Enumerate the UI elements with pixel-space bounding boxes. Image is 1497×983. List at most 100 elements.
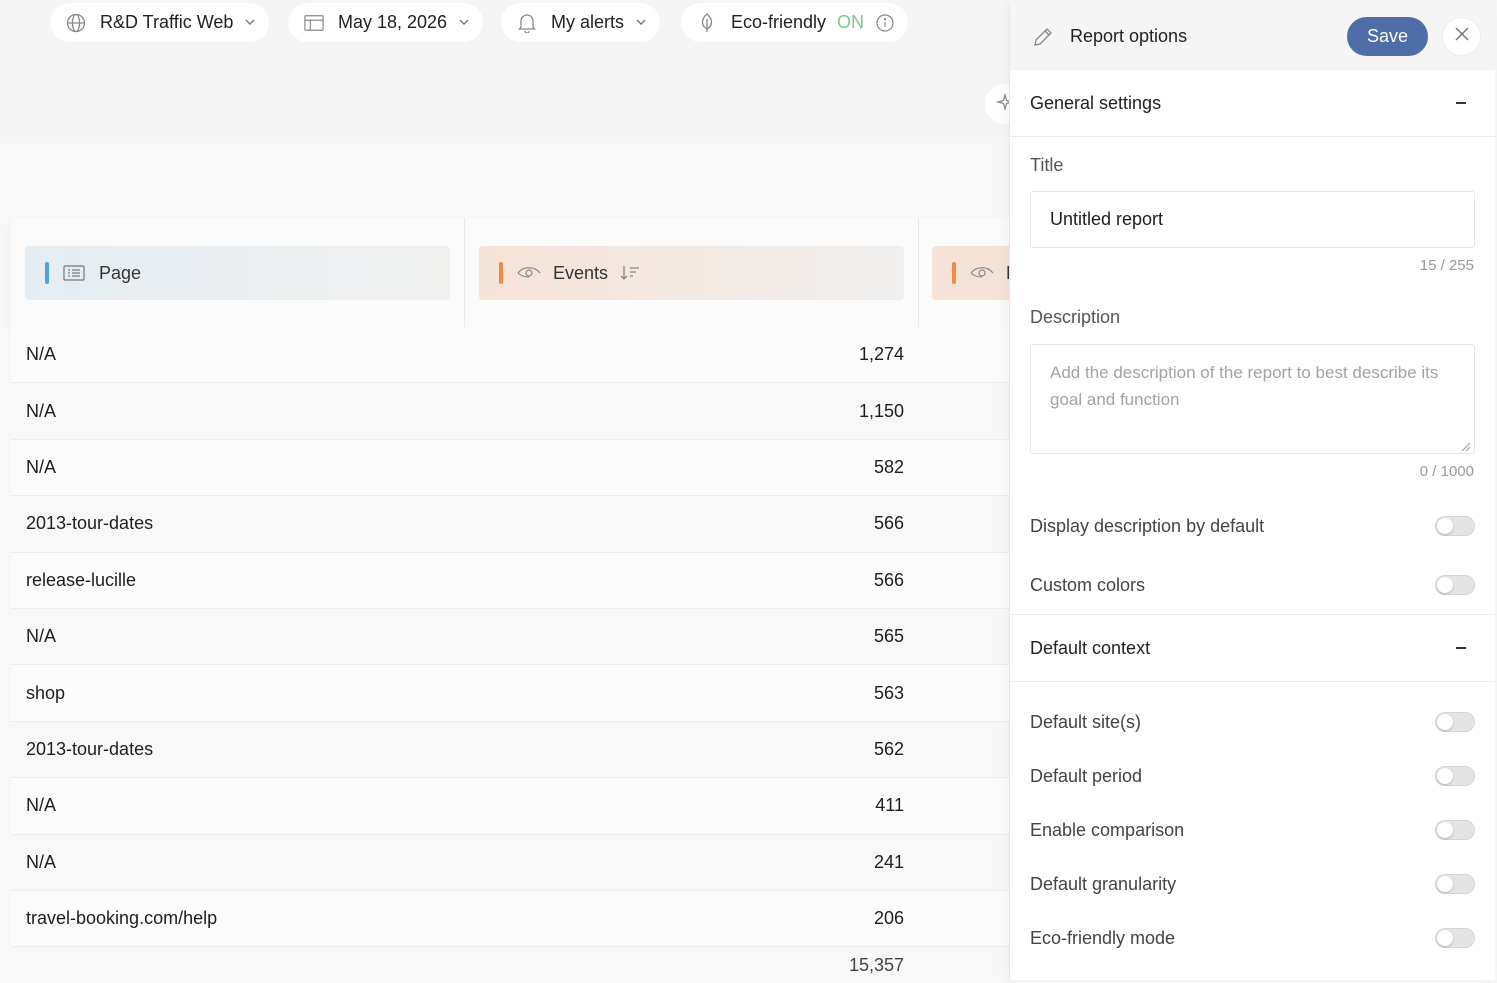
table-header: Page Events F xyxy=(11,218,1052,327)
toggle-switch[interactable] xyxy=(1435,928,1475,948)
close-icon xyxy=(1454,27,1469,46)
toggle-enable-comparison: Enable comparison xyxy=(1010,803,1495,857)
cell-events: 563 xyxy=(873,682,904,703)
chevron-down-icon xyxy=(459,18,469,28)
alerts-selector[interactable]: My alerts xyxy=(501,3,661,42)
cell-events: 1,274 xyxy=(858,344,904,365)
cell-page: 2013-tour-dates xyxy=(26,513,154,534)
eco-friendly-label: Eco-friendly xyxy=(731,12,827,32)
toggle-label: Default site(s) xyxy=(1030,711,1142,732)
cell-events: 1,150 xyxy=(858,400,904,421)
site-selector-label: R&D Traffic Web xyxy=(100,12,234,32)
toggle-eco-friendly-mode: Eco-friendly mode xyxy=(1010,911,1495,965)
table-row[interactable]: release-lucille 566 xyxy=(11,552,1010,609)
toggle-label: Enable comparison xyxy=(1030,819,1185,840)
table-row[interactable]: N/A 1,150 xyxy=(11,383,1010,440)
column-header-events[interactable]: Events xyxy=(479,246,904,300)
cell-events: 206 xyxy=(873,908,904,929)
toggle-label: Custom colors xyxy=(1030,574,1146,595)
cell-events: 582 xyxy=(873,456,904,477)
cell-events: 566 xyxy=(873,513,904,534)
list-icon xyxy=(63,263,87,283)
date-selector[interactable]: May 18, 2026 xyxy=(288,3,484,42)
cell-page: N/A xyxy=(26,851,57,872)
panel-title: Report options xyxy=(1070,26,1188,46)
table-row[interactable]: 2013-tour-dates 566 xyxy=(11,496,1010,553)
info-icon[interactable] xyxy=(876,13,894,32)
close-button[interactable] xyxy=(1442,17,1481,56)
table-row[interactable]: travel-booking.com/help 206 xyxy=(11,890,1010,948)
alerts-label: My alerts xyxy=(551,12,625,32)
toggle-display-description: Display description by default xyxy=(1010,499,1495,553)
report-table: Page Events F N/A 1,274 N/A 1,150 N/A 582 2… xyxy=(0,137,1052,983)
cell-page: N/A xyxy=(26,795,57,816)
cell-page: N/A xyxy=(26,456,57,477)
cell-events: 241 xyxy=(873,851,904,872)
toggle-switch[interactable] xyxy=(1435,575,1475,595)
report-options-panel: Report options Save General settings Tit… xyxy=(1009,3,1495,980)
toggle-switch[interactable] xyxy=(1435,516,1475,536)
table-row[interactable]: N/A 241 xyxy=(11,834,1010,891)
table-body: N/A 1,274 N/A 1,150 N/A 582 2013-tour-dates… xyxy=(11,327,1010,948)
toggle-label: Eco-friendly mode xyxy=(1030,927,1176,948)
cell-events: 565 xyxy=(873,626,904,647)
table-row[interactable]: N/A 582 xyxy=(11,439,1010,497)
table-row[interactable]: shop 563 xyxy=(11,665,1010,722)
sort-icon[interactable] xyxy=(620,265,640,281)
panel-header: Report options Save xyxy=(1010,3,1495,70)
default-context-section[interactable]: Default context xyxy=(1010,615,1495,682)
toggle-custom-colors: Custom colors xyxy=(1010,558,1495,612)
toggle-switch[interactable] xyxy=(1435,712,1475,732)
toggle-switch[interactable] xyxy=(1435,820,1475,840)
calendar-icon xyxy=(304,13,324,33)
date-selector-label: May 18, 2026 xyxy=(338,12,448,32)
events-total: 15,357 xyxy=(848,955,904,975)
title-counter: 15 / 255 xyxy=(1419,257,1474,274)
toggle-switch[interactable] xyxy=(1435,874,1475,894)
chevron-down-icon xyxy=(636,18,646,28)
collapse-icon[interactable] xyxy=(1456,102,1466,104)
collapse-icon[interactable] xyxy=(1456,647,1466,649)
table-row[interactable]: N/A 565 xyxy=(11,608,1010,666)
cell-page: N/A xyxy=(26,400,57,421)
cell-page: 2013-tour-dates xyxy=(26,738,154,759)
toggle-label: Default granularity xyxy=(1030,873,1177,894)
cell-page: shop xyxy=(26,682,66,703)
section-title: General settings xyxy=(1030,92,1162,113)
cell-page: N/A xyxy=(26,344,57,365)
resize-handle-icon[interactable] xyxy=(1461,439,1471,452)
eco-friendly-status: ON xyxy=(837,12,865,32)
table-row[interactable]: N/A 1,274 xyxy=(11,327,1010,384)
section-title: Default context xyxy=(1030,637,1151,658)
toggle-label: Default period xyxy=(1030,765,1143,786)
toggle-label: Display description by default xyxy=(1030,515,1265,536)
cell-page: release-lucille xyxy=(26,569,137,590)
pencil-icon xyxy=(1032,26,1054,48)
column-header-label: Page xyxy=(99,262,142,283)
cell-events: 566 xyxy=(873,569,904,590)
chevron-down-icon xyxy=(245,18,255,28)
toggle-switch[interactable] xyxy=(1435,766,1475,786)
toggle-default-period: Default period xyxy=(1010,749,1495,803)
toggle-default-sites: Default site(s) xyxy=(1010,695,1495,749)
cell-page: N/A xyxy=(26,626,57,647)
table-row[interactable]: 2013-tour-dates 562 xyxy=(11,721,1010,779)
description-label: Description xyxy=(1030,307,1121,327)
eco-friendly-toggle[interactable]: Eco-friendly ON xyxy=(681,3,909,42)
title-input[interactable] xyxy=(1030,191,1475,248)
cell-events: 562 xyxy=(873,738,904,759)
save-button[interactable]: Save xyxy=(1347,17,1428,56)
leaf-icon xyxy=(697,12,717,33)
column-header-page[interactable]: Page xyxy=(25,246,450,300)
table-row[interactable]: N/A 411 xyxy=(11,778,1010,835)
column-accent-bar xyxy=(952,262,956,284)
site-selector[interactable]: R&D Traffic Web xyxy=(50,3,270,42)
general-settings-section[interactable]: General settings xyxy=(1010,70,1495,137)
cell-events: 411 xyxy=(875,795,904,816)
toggle-default-granularity: Default granularity xyxy=(1010,857,1495,911)
globe-icon xyxy=(66,13,86,33)
column-accent-bar xyxy=(499,262,503,284)
eye-icon xyxy=(517,263,541,283)
top-filter-bar: R&D Traffic Web May 18, 2026 My alerts E… xyxy=(0,0,1010,137)
description-textarea[interactable] xyxy=(1030,344,1475,454)
